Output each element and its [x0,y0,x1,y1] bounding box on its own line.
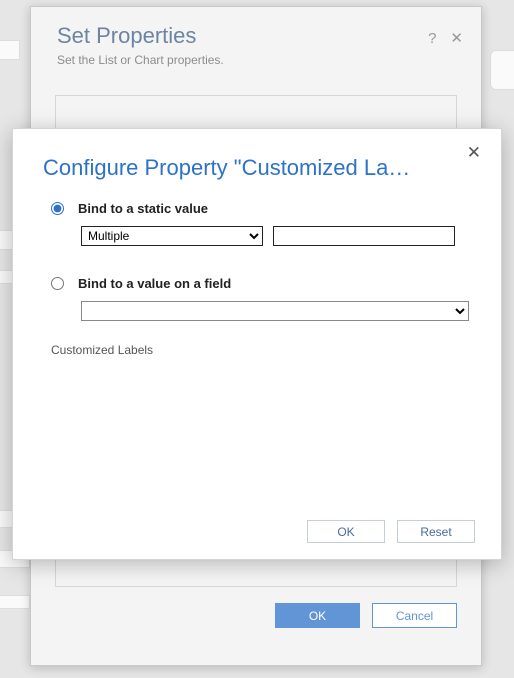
close-icon[interactable]: ✕ [450,31,463,46]
static-controls-row: Multiple [13,216,501,254]
customized-labels-text: Customized Labels [13,329,501,357]
radio-bind-field-label[interactable]: Bind to a value on a field [78,276,231,291]
ok-button[interactable]: OK [275,603,360,628]
help-icon[interactable]: ? [428,31,436,46]
radio-bind-static-label[interactable]: Bind to a static value [78,201,208,216]
cancel-button[interactable]: Cancel [372,603,457,628]
field-value-select[interactable] [81,301,469,321]
close-icon[interactable]: ✕ [467,143,481,163]
ok-button[interactable]: OK [307,520,385,543]
radio-bind-field[interactable] [51,277,64,290]
dialog-footer: OK Reset [13,520,501,543]
option-row-static: Bind to a static value [13,191,501,216]
dialog-title: Configure Property "Customized La… [43,155,443,181]
reset-button[interactable]: Reset [397,520,475,543]
radio-bind-static[interactable] [51,202,64,215]
static-value-select[interactable]: Multiple [81,226,263,246]
dialog-footer: OK Cancel [31,587,481,628]
dialog-header: Configure Property "Customized La… ✕ [13,129,501,191]
dialog-title: Set Properties [57,23,459,49]
option-row-field: Bind to a value on a field [13,254,501,291]
dialog-subtitle: Set the List or Chart properties. [57,53,459,67]
field-controls-row [13,291,501,329]
configure-property-dialog: Configure Property "Customized La… ✕ Bin… [12,128,502,560]
dialog-header: Set Properties Set the List or Chart pro… [31,7,481,77]
static-value-input[interactable] [273,226,455,246]
